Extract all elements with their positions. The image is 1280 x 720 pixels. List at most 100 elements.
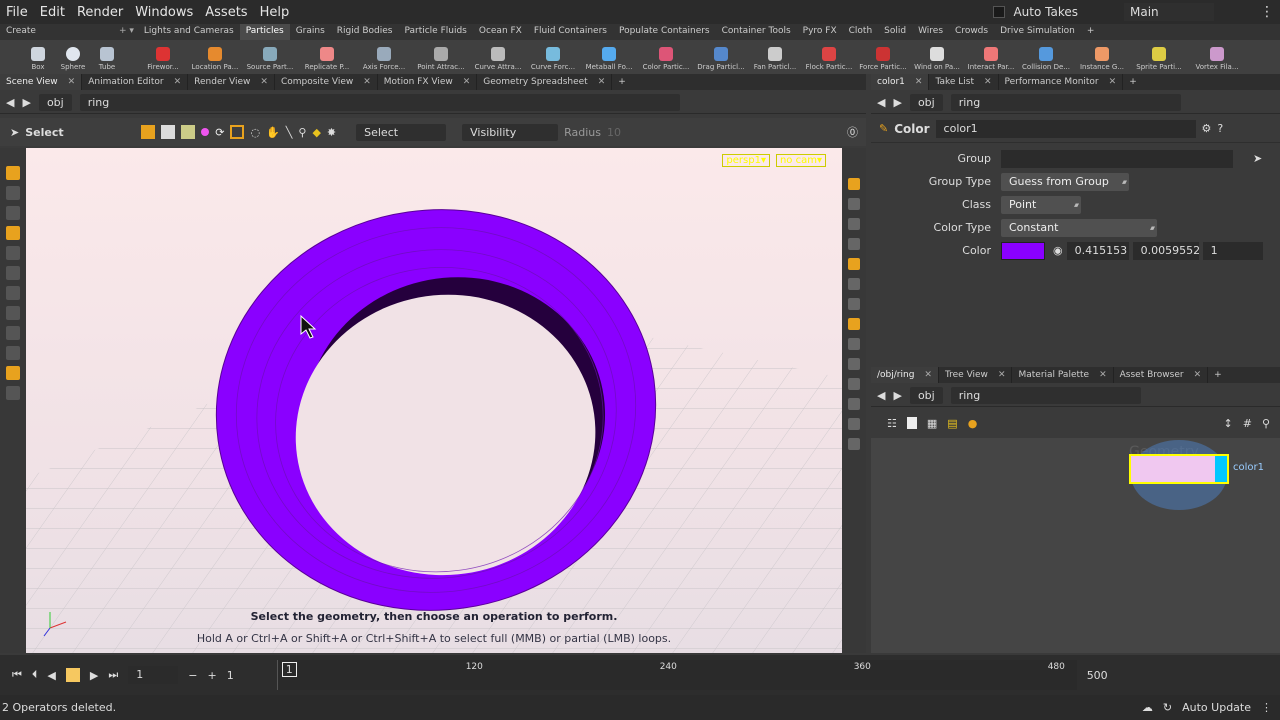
tool-interact-particles[interactable]: Interact Par... [964,40,1018,74]
select-points-icon[interactable] [201,128,210,136]
menu-render[interactable]: Render [71,5,129,20]
color-b-field[interactable]: 1 [1202,241,1263,260]
node-name-field[interactable]: color1 [935,119,1196,138]
end-frame[interactable]: 500 [1087,669,1127,682]
timeline-track[interactable]: 1 120 240 360 480 [276,660,1077,690]
color-type-menu[interactable]: Constant [1001,218,1157,237]
add-shelf-icon[interactable]: + ▾ [115,24,138,40]
tool-icon[interactable] [6,306,20,320]
forward-arrow-icon[interactable]: ▶ [22,96,30,109]
shelf-tab-cloth[interactable]: Cloth [843,24,879,40]
start-frame[interactable]: 1 [227,669,267,682]
select-mode-dropdown[interactable]: Select [356,123,447,141]
add-shelf-tab-icon[interactable]: + [1081,24,1101,40]
tab-render-view[interactable]: Render View ✕ [188,74,275,90]
back-arrow-icon[interactable]: ◀ [6,96,14,109]
color1-node[interactable] [1129,454,1229,484]
stop-icon[interactable] [65,668,80,682]
shelf-tab-populate-containers[interactable]: Populate Containers [613,24,716,40]
tool-tube[interactable]: Tube [90,40,124,74]
jump-end-icon[interactable]: ⏭ [108,668,118,682]
add-tab-icon[interactable]: + [1123,74,1143,90]
update-mode-selector[interactable]: Auto Update [1182,701,1251,714]
select-edges-icon[interactable] [181,125,196,139]
tool-icon[interactable] [6,266,20,280]
tool-color-particles[interactable]: Color Partic... [638,40,694,74]
more-icon[interactable]: ⋮ [1261,701,1272,714]
tool-icon[interactable] [6,326,20,340]
shelf-tab-lights[interactable]: Lights and Cameras [138,24,240,40]
select-arrow-icon[interactable]: ➤ [10,126,19,139]
color-swatch[interactable] [1001,241,1045,260]
color-wheel-icon[interactable]: ◉ [1053,244,1063,257]
display-icon[interactable] [848,378,860,390]
tab-geometry-spreadsheet[interactable]: Geometry Spreadsheet ✕ [477,74,613,90]
tool-metaball-force[interactable]: Metaball Fo... [580,40,638,74]
shelf-tab-particles[interactable]: Particles [239,24,290,40]
tool-icon[interactable] [6,206,20,220]
menu-windows[interactable]: Windows [129,5,199,20]
tool-icon[interactable] [6,186,20,200]
radius-value[interactable]: 10 [607,126,657,139]
forward-arrow-icon[interactable]: ▶ [893,389,901,402]
desktop-selector[interactable]: Main [1124,3,1214,21]
tool-curve-force[interactable]: Curve Forc... [526,40,580,74]
shelf-tab-solid[interactable]: Solid [878,24,912,40]
display-icon[interactable] [848,278,860,290]
shelf-tab-particle-fluids[interactable]: Particle Fluids [398,24,472,40]
playhead-marker[interactable]: 1 [281,662,297,677]
note-icon[interactable] [906,417,917,429]
frame-increment[interactable]: + [207,669,216,682]
shelf-scroll-arrow[interactable] [124,40,138,74]
tool-box[interactable]: Box [20,40,56,74]
close-icon[interactable]: ✕ [984,77,992,87]
menu-file[interactable]: File [0,5,34,20]
laser-select-icon[interactable]: ╲ [286,126,293,139]
display-icon[interactable] [848,298,860,310]
tool-flock-particles[interactable]: Flock Partic... [802,40,856,74]
display-icon[interactable] [848,438,860,450]
tool-icon[interactable] [6,226,20,240]
tab-animation-editor[interactable]: Animation Editor ✕ [82,74,189,90]
snap-icon[interactable]: ◆ [312,126,320,139]
display-icon[interactable] [848,218,860,230]
arrow-picker-icon[interactable]: ➤ [1253,152,1262,165]
3d-viewport[interactable]: persp1▾ no cam▾ Select the geometry, the… [26,148,842,653]
close-icon[interactable]: ✕ [260,77,268,87]
shelf-tab-container-tools[interactable]: Container Tools [716,24,797,40]
shelf-tab-crowds[interactable]: Crowds [949,24,994,40]
tool-instance-geometry[interactable]: Instance G... [1074,40,1130,74]
close-icon[interactable]: ✕ [598,77,606,87]
shelf-tab-wires[interactable]: Wires [912,24,949,40]
shelf-tab-drive-simulation[interactable]: Drive Simulation [994,24,1081,40]
rotate-icon[interactable]: ⟳ [215,126,224,139]
back-arrow-icon[interactable]: ◀ [877,96,885,109]
auto-takes-checkbox[interactable] [993,6,1006,18]
forward-arrow-icon[interactable]: ▶ [893,96,901,109]
path-obj[interactable]: obj [38,94,72,111]
tab-performance-monitor[interactable]: Performance Monitor ✕ [999,74,1124,90]
color-r-field[interactable]: 0.415153 [1066,241,1129,260]
layout-icon[interactable]: ↕ [1224,417,1233,430]
close-icon[interactable]: ✕ [463,77,471,87]
tool-wind-on-particles[interactable]: Wind on Pa... [910,40,964,74]
close-icon[interactable]: ✕ [174,77,182,87]
tool-curve-attractor[interactable]: Curve Attra... [470,40,526,74]
shelf-tab-grains[interactable]: Grains [290,24,331,40]
close-icon[interactable]: ✕ [998,370,1006,380]
paint-select-icon[interactable]: ✋ [266,126,280,139]
display-icon[interactable] [848,358,860,370]
path-obj[interactable]: obj [909,94,943,111]
tab-material-palette[interactable]: Material Palette ✕ [1012,367,1114,383]
box-select-icon[interactable] [230,125,245,139]
tool-axis-force[interactable]: Axis Force... [356,40,412,74]
tool-icon[interactable] [6,346,20,360]
close-icon[interactable]: ✕ [68,77,76,87]
tool-force-particles[interactable]: Force Partic... [856,40,910,74]
shelf-tab-pyro-fx[interactable]: Pyro FX [797,24,843,40]
path-ring[interactable]: ring [950,387,1141,404]
tool-vortex-filament[interactable]: Vortex Fila... [1188,40,1246,74]
no-cam-menu[interactable]: no cam▾ [775,154,826,167]
more-menu-icon[interactable]: ⋮ [1260,4,1274,20]
tab-scene-view[interactable]: Scene View ✕ [0,74,83,90]
